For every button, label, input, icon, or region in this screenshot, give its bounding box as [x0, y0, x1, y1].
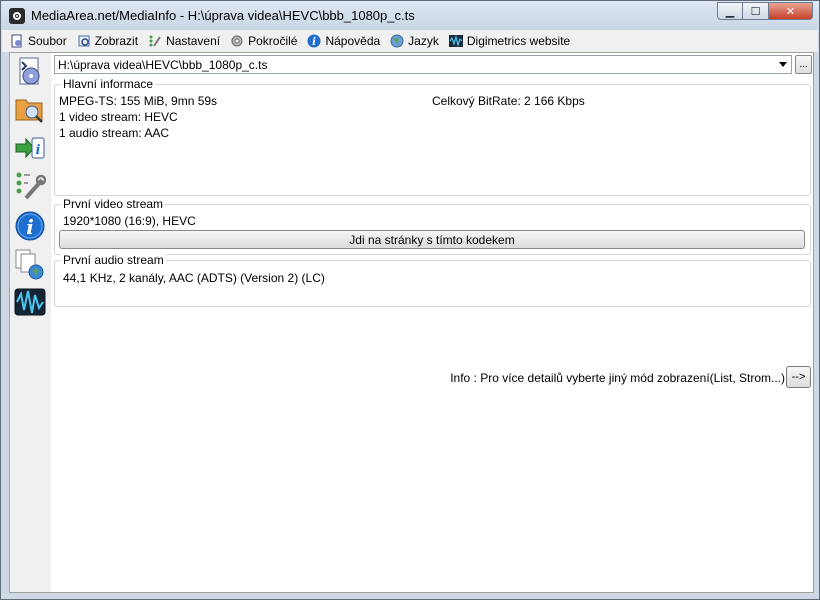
sidebar-open-file[interactable]	[13, 55, 47, 89]
sidebar-toolbar: i i	[10, 53, 51, 592]
menu-zobrazit[interactable]: Zobrazit	[77, 34, 138, 48]
menu-label: Nastavení	[166, 34, 221, 48]
svg-text:i: i	[313, 37, 317, 48]
close-button[interactable]: ✕	[769, 2, 813, 20]
video-details: 1920*1080 (16:9), HEVC	[63, 214, 196, 228]
window-controls: ▁ ☐ ✕	[717, 2, 813, 20]
info-hint: Info : Pro více detailů vyberte jiný mód…	[450, 371, 785, 385]
globe-icon	[390, 34, 404, 48]
preferences-icon	[16, 172, 46, 200]
group-label-general: Hlavní informace	[61, 77, 156, 91]
mediainfo-logo-icon	[9, 8, 25, 24]
group-label-audio: První audio stream	[61, 253, 166, 267]
menu-nastaveni[interactable]: Nastavení	[148, 34, 220, 48]
general-bitrate: Celkový BitRate: 2 166 Kbps	[432, 94, 585, 108]
open-folder-icon	[15, 99, 43, 123]
group-label-video: První video stream	[61, 197, 166, 211]
file-path-value: H:\úprava videa\HEVC\bbb_1080p_c.ts	[58, 57, 268, 72]
open-file-icon	[19, 57, 40, 85]
video-stream-group: První video stream 1920*1080 (16:9), HEV…	[54, 197, 811, 255]
minimize-icon: ▁	[725, 5, 735, 18]
svg-text:i: i	[26, 215, 34, 239]
browse-button[interactable]: ...	[795, 55, 812, 74]
general-format: MPEG-TS: 155 MiB, 9mn 59s	[59, 94, 218, 108]
menu-bar: Soubor Zobrazit Nastavení Pokročilé i Ná…	[2, 30, 818, 52]
general-video-count: 1 video stream: HEVC	[59, 110, 178, 124]
client-area: i i H:\úprava videa\HEVC\bbb_1080p_c.ts …	[9, 52, 814, 593]
file-path-select[interactable]: H:\úprava videa\HEVC\bbb_1080p_c.ts	[54, 55, 792, 74]
app-window: MediaArea.net/MediaInfo - H:\úprava vide…	[0, 0, 820, 600]
maximize-icon: ☐	[750, 5, 761, 18]
menu-soubor[interactable]: Soubor	[10, 34, 67, 48]
view-icon	[77, 34, 91, 48]
main-content: H:\úprava videa\HEVC\bbb_1080p_c.ts ... …	[54, 53, 813, 592]
waveform-icon	[448, 34, 463, 48]
close-icon: ✕	[785, 5, 796, 18]
menu-label: Soubor	[28, 34, 67, 48]
sidebar-about[interactable]: i	[13, 209, 47, 243]
general-info-group: Hlavní informace MPEG-TS: 155 MiB, 9mn 5…	[54, 77, 811, 196]
menu-label: Digimetrics website	[466, 34, 571, 48]
audio-stream-group: První audio stream 44,1 KHz, 2 kanály, A…	[54, 253, 811, 307]
sidebar-web[interactable]	[13, 247, 47, 281]
menu-jazyk[interactable]: Jazyk	[390, 34, 439, 48]
web-icon	[15, 249, 44, 280]
menu-label: Jazyk	[408, 34, 439, 48]
maximize-button[interactable]: ☐	[743, 2, 769, 20]
general-audio-count: 1 audio stream: AAC	[59, 126, 170, 140]
window-title: MediaArea.net/MediaInfo - H:\úprava vide…	[31, 8, 415, 23]
sidebar-export[interactable]: i	[13, 131, 47, 165]
export-icon: i	[15, 137, 45, 159]
settings-icon	[148, 34, 162, 48]
sidebar-digimetrics[interactable]	[13, 285, 47, 319]
minimize-button[interactable]: ▁	[717, 2, 743, 20]
menu-digimetrics[interactable]: Digimetrics website	[448, 34, 571, 48]
digimetrics-icon	[14, 288, 46, 316]
file-icon	[10, 34, 24, 48]
codec-website-button[interactable]: Jdi na stránky s tímto kodekem	[59, 230, 805, 249]
sidebar-open-folder[interactable]	[13, 91, 47, 125]
menu-pokrocile[interactable]: Pokročilé	[230, 34, 297, 48]
sidebar-preferences[interactable]	[13, 169, 47, 203]
info-icon: i	[307, 34, 321, 48]
menu-label: Nápověda	[325, 34, 381, 48]
about-icon: i	[15, 211, 45, 241]
chevron-down-icon[interactable]	[779, 62, 787, 67]
menu-label: Pokročilé	[248, 34, 298, 48]
title-bar[interactable]: MediaArea.net/MediaInfo - H:\úprava vide…	[1, 1, 819, 30]
audio-details: 44,1 KHz, 2 kanály, AAC (ADTS) (Version …	[63, 271, 325, 285]
svg-text:i: i	[36, 143, 41, 158]
menu-napoveda[interactable]: i Nápověda	[307, 34, 380, 48]
more-details-button[interactable]: -->	[786, 366, 811, 388]
gear-icon	[230, 34, 244, 48]
menu-label: Zobrazit	[94, 34, 139, 48]
